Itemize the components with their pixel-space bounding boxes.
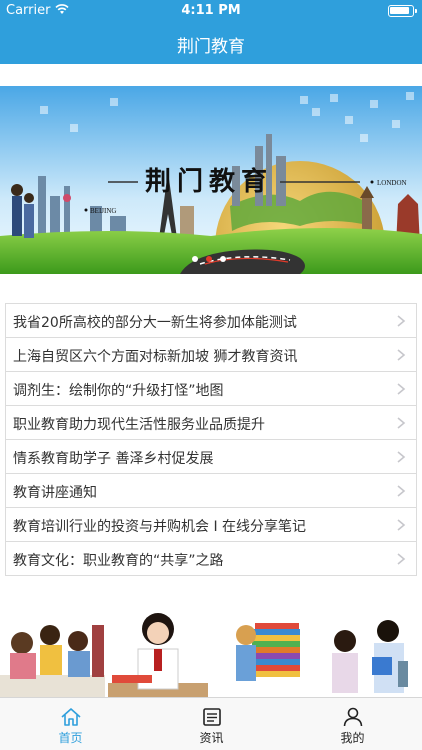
news-item[interactable]: 教育讲座通知 [5, 474, 417, 508]
news-list: 我省20所高校的部分大一新生将参加体能测试 上海自贸区六个方面对标新加坡 狮才教… [5, 303, 417, 576]
banner-dot[interactable] [206, 256, 212, 262]
news-item[interactable]: 我省20所高校的部分大一新生将参加体能测试 [5, 304, 417, 338]
news-item[interactable]: 情系教育助学子 善泽乡村促发展 [5, 440, 417, 474]
banner-headline: 荆门教育 [145, 166, 273, 197]
news-title: 调剂生：绘制你的“升级打怪”地图 [13, 383, 224, 399]
chevron-right-icon [397, 519, 406, 531]
news-title: 教育培训行业的投资与并购机会 I 在线分享笔记 [13, 519, 307, 535]
banner-image: 荆门教育 BEIJING LONDON [0, 86, 422, 274]
home-icon [61, 708, 81, 726]
chevron-right-icon [397, 383, 406, 395]
banner-dot[interactable] [220, 256, 226, 262]
tab-bar: 首页 资讯 我的 [0, 697, 422, 750]
news-title: 教育讲座通知 [13, 485, 97, 501]
tab-home[interactable]: 首页 [0, 698, 141, 750]
status-time: 4:11 PM [181, 3, 241, 18]
banner-dot[interactable] [192, 256, 198, 262]
news-item[interactable]: 教育文化：职业教育的“共享”之路 [5, 542, 417, 576]
news-title: 职业教育助力现代生活性服务业品质提升 [13, 417, 265, 433]
battery-icon [388, 5, 417, 17]
news-item[interactable]: 上海自贸区六个方面对标新加坡 狮才教育资讯 [5, 338, 417, 372]
chevron-right-icon [397, 349, 406, 361]
news-title: 我省20所高校的部分大一新生将参加体能测试 [13, 315, 297, 331]
tab-profile-label: 我的 [340, 731, 365, 745]
chevron-right-icon [397, 553, 406, 565]
tab-news[interactable]: 资讯 [141, 698, 282, 750]
app-header: Carrier 4:11 PM 荆门教育 [0, 0, 422, 64]
chevron-right-icon [397, 451, 406, 463]
news-item[interactable]: 教育培训行业的投资与并购机会 I 在线分享笔记 [5, 508, 417, 542]
student-photo-strip [0, 605, 422, 697]
news-icon [203, 708, 221, 726]
page-title: 荆门教育 [177, 37, 245, 57]
news-item[interactable]: 职业教育助力现代生活性服务业品质提升 [5, 406, 417, 440]
news-title: 情系教育助学子 善泽乡村促发展 [13, 451, 214, 467]
news-title: 上海自贸区六个方面对标新加坡 狮才教育资讯 [13, 349, 298, 365]
banner-city-left: BEIJING [90, 207, 116, 215]
tab-home-label: 首页 [58, 731, 83, 745]
students-illustration [0, 605, 422, 697]
chevron-right-icon [397, 315, 406, 327]
profile-icon [343, 707, 363, 727]
news-title: 教育文化：职业教育的“共享”之路 [13, 553, 224, 569]
chevron-right-icon [397, 485, 406, 497]
chevron-right-icon [397, 417, 406, 429]
news-item[interactable]: 调剂生：绘制你的“升级打怪”地图 [5, 372, 417, 406]
banner-city-right: LONDON [377, 179, 407, 187]
status-bar: Carrier 4:11 PM [0, 0, 422, 22]
banner-carousel[interactable]: 荆门教育 BEIJING LONDON [0, 86, 422, 274]
tab-profile[interactable]: 我的 [282, 698, 422, 750]
tab-news-label: 资讯 [199, 731, 224, 745]
